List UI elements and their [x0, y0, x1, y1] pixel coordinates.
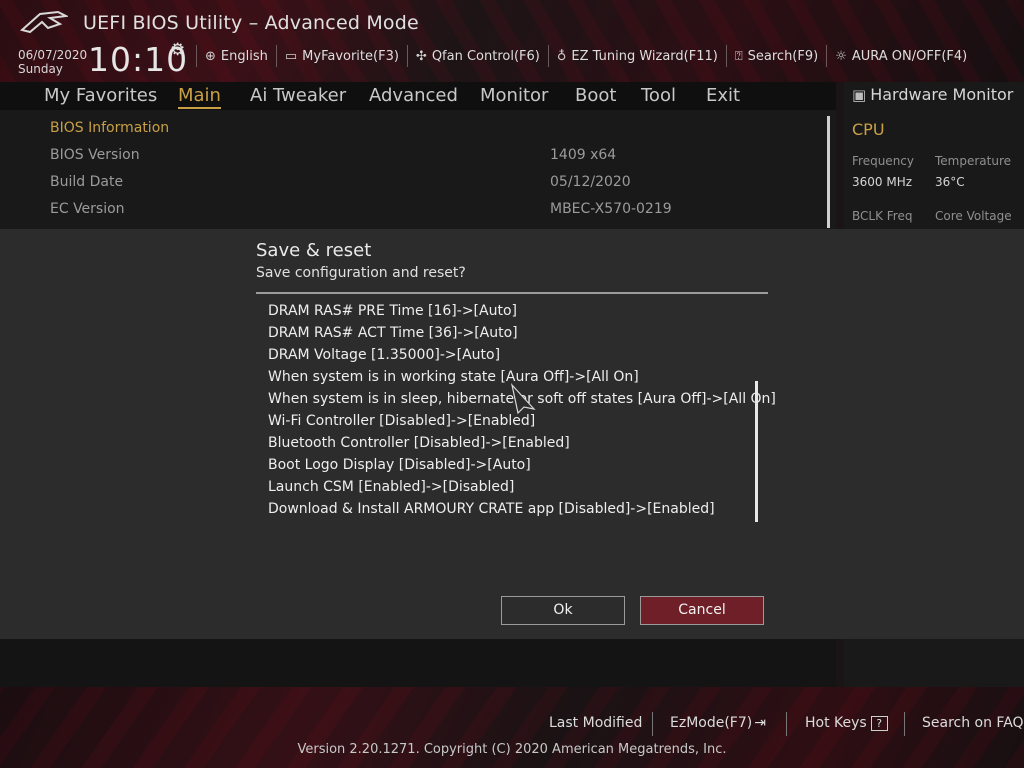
- language-label: English: [220, 48, 268, 64]
- dialog-scrollbar[interactable]: [755, 381, 758, 522]
- dialog-subtitle: Save configuration and reset?: [256, 265, 466, 281]
- bios-information-heading: BIOS Information: [50, 120, 170, 136]
- bios-version-label: BIOS Version: [50, 147, 140, 163]
- main-scrollbar[interactable]: [827, 116, 830, 228]
- temperature-label: Temperature: [935, 154, 1012, 168]
- list-item: Wi-Fi Controller [Disabled]->[Enabled]: [268, 413, 536, 429]
- bios-version-value: 1409 x64: [550, 147, 617, 163]
- footer-divider: [652, 712, 653, 736]
- lightbulb-icon: ♁: [556, 48, 567, 64]
- myfavorite-button[interactable]: ▭ MyFavorite(F3): [275, 45, 407, 67]
- tab-tool[interactable]: Tool: [641, 85, 676, 106]
- ezmode-label: EzMode(F7): [670, 715, 753, 731]
- ez-tuning-label: EZ Tuning Wizard(F11): [571, 48, 718, 64]
- list-item: Launch CSM [Enabled]->[Disabled]: [268, 479, 515, 495]
- temperature-value: 36°C: [935, 175, 965, 189]
- date-display: 06/07/2020 Sunday: [18, 48, 87, 76]
- ez-tuning-wizard-button[interactable]: ♁ EZ Tuning Wizard(F11): [547, 45, 726, 67]
- tab-advanced[interactable]: Advanced: [369, 85, 458, 106]
- list-item: Boot Logo Display [Disabled]->[Auto]: [268, 457, 531, 473]
- list-item: Bluetooth Controller [Disabled]->[Enable…: [268, 435, 570, 451]
- date-text: 06/07/2020: [18, 48, 88, 62]
- bios-information-section: BIOS Information BIOS Version 1409 x64 B…: [0, 110, 836, 230]
- build-date-label: Build Date: [50, 174, 124, 190]
- list-item: Download & Install ARMOURY CRATE app [Di…: [268, 501, 715, 517]
- list-item: When system is in sleep, hibernate or so…: [268, 391, 776, 407]
- tab-monitor[interactable]: Monitor: [480, 85, 548, 106]
- ec-version-label: EC Version: [50, 201, 125, 217]
- aura-icon: ☼: [835, 48, 847, 64]
- toolbar: ⊕ English ▭ MyFavorite(F3) ✣ Qfan Contro…: [196, 44, 975, 68]
- search-label: Search(F9): [747, 48, 819, 64]
- frequency-value: 3600 MHz: [852, 175, 913, 189]
- day-text: Sunday: [18, 62, 63, 76]
- language-button[interactable]: ⊕ English: [196, 45, 276, 67]
- tab-my-favorites[interactable]: My Favorites: [44, 85, 157, 106]
- exit-arrow-icon: ⇥: [754, 715, 766, 731]
- cancel-button[interactable]: Cancel: [639, 595, 765, 626]
- globe-icon: ⊕: [205, 48, 216, 64]
- search-faq-button[interactable]: Search on FAQ: [922, 715, 1024, 731]
- search-icon: ⍰: [734, 48, 743, 64]
- gear-icon[interactable]: ⚙: [170, 40, 185, 60]
- aura-toggle-button[interactable]: ☼ AURA ON/OFF(F4): [826, 45, 975, 67]
- qfan-label: Qfan Control(F6): [431, 48, 540, 64]
- list-item: When system is in working state [Aura Of…: [268, 369, 639, 385]
- hardware-monitor-title: ▣ Hardware Monitor: [852, 85, 1013, 104]
- favorite-icon: ▭: [284, 48, 298, 64]
- footer-divider: [786, 712, 787, 736]
- ec-version-value: MBEC-X570-0219: [550, 201, 672, 217]
- qfan-control-button[interactable]: ✣ Qfan Control(F6): [406, 45, 548, 67]
- dialog-divider: [256, 292, 768, 294]
- dialog-title: Save & reset: [256, 240, 372, 261]
- bclk-freq-label: BCLK Freq: [852, 209, 913, 223]
- list-item: DRAM RAS# ACT Time [36]->[Auto]: [268, 325, 518, 341]
- tab-ai-tweaker[interactable]: Ai Tweaker: [250, 85, 346, 106]
- hardware-monitor-label: Hardware Monitor: [870, 85, 1014, 104]
- rog-logo-icon: [20, 10, 68, 34]
- version-text: Version 2.20.1271. Copyright (C) 2020 Am…: [297, 742, 727, 757]
- tab-exit[interactable]: Exit: [706, 85, 740, 106]
- fan-icon: ✣: [415, 48, 427, 64]
- hot-keys-label: Hot Keys: [805, 715, 867, 731]
- cpu-section-title: CPU: [852, 120, 885, 139]
- build-date-value: 05/12/2020: [550, 174, 631, 190]
- list-item: DRAM RAS# PRE Time [16]->[Auto]: [268, 303, 517, 319]
- main-tabs: My Favorites Main Ai Tweaker Advanced Mo…: [0, 82, 836, 110]
- ezmode-button[interactable]: EzMode(F7) ⇥: [670, 715, 766, 731]
- app-title: UEFI BIOS Utility – Advanced Mode: [83, 12, 419, 34]
- aura-label: AURA ON/OFF(F4): [851, 48, 968, 64]
- search-button[interactable]: ⍰ Search(F9): [725, 45, 826, 67]
- ok-button[interactable]: Ok: [501, 596, 625, 625]
- hot-keys-button[interactable]: Hot Keys?: [805, 715, 888, 731]
- core-voltage-label: Core Voltage: [935, 209, 1012, 223]
- tab-boot[interactable]: Boot: [575, 85, 616, 106]
- bottom-bar: Last Modified EzMode(F7) ⇥ Hot Keys? Sear…: [0, 687, 1024, 768]
- top-bar: UEFI BIOS Utility – Advanced Mode 06/07/…: [0, 0, 1024, 82]
- changes-list: DRAM RAS# PRE Time [16]->[Auto] DRAM RAS…: [268, 300, 776, 520]
- monitor-icon: ▣: [852, 86, 867, 104]
- tab-main[interactable]: Main: [178, 85, 221, 109]
- list-item: DRAM Voltage [1.35000]->[Auto]: [268, 347, 501, 363]
- footer-divider: [904, 712, 905, 736]
- frequency-label: Frequency: [852, 154, 914, 168]
- mouse-cursor-icon: [510, 383, 536, 415]
- myfavorite-label: MyFavorite(F3): [302, 48, 399, 64]
- help-key-icon: ?: [870, 716, 888, 731]
- last-modified-button[interactable]: Last Modified: [549, 715, 642, 731]
